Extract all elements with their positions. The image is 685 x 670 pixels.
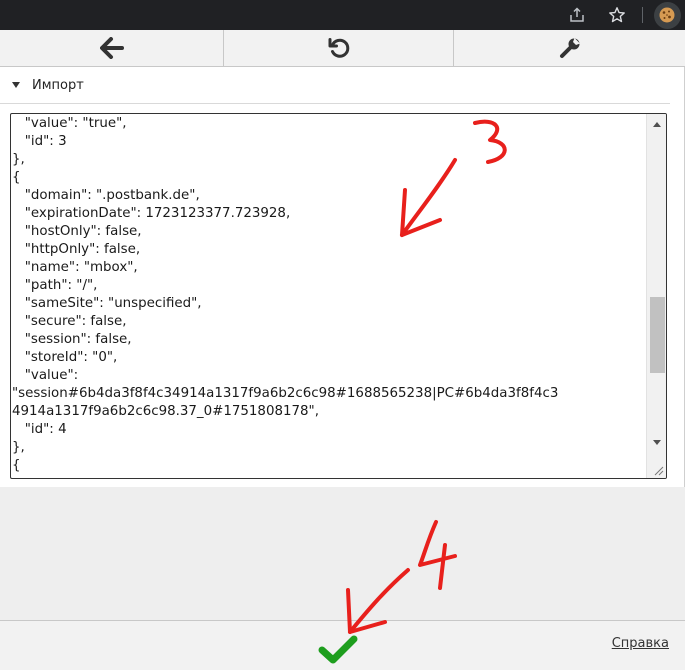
import-panel: Импорт "value": "true", "id": 3}, { "doma…	[0, 67, 685, 487]
json-line: },	[12, 152, 25, 167]
json-text[interactable]: "value": "true", "id": 3}, { "domain": ".…	[11, 115, 645, 475]
app-toolbar	[0, 30, 685, 67]
import-textarea[interactable]: "value": "true", "id": 3}, { "domain": ".…	[10, 113, 667, 479]
wrench-icon	[559, 38, 580, 58]
share-icon[interactable]	[563, 0, 591, 30]
annotation-digit-4	[418, 520, 457, 590]
caret-down-icon	[12, 82, 20, 88]
cookie-extension-icon[interactable]	[652, 0, 682, 30]
json-line: "id": 3	[12, 134, 67, 149]
section-title: Импорт	[32, 77, 84, 93]
json-line: "hostOnly": false,	[12, 224, 142, 239]
json-line: 4914a1317f9a6b2c6c98.37_0#1751808178",	[12, 404, 319, 419]
footer-bar: Справка	[0, 620, 685, 670]
back-button[interactable]	[0, 30, 224, 66]
json-line: "path": "/",	[12, 278, 98, 293]
arrow-left-icon	[99, 37, 124, 59]
json-line: "name": "mbox",	[12, 260, 138, 275]
scroll-up-icon[interactable]	[647, 117, 666, 131]
confirm-button[interactable]	[315, 631, 361, 667]
json-line: "value":	[12, 368, 79, 383]
json-line: "session": false,	[12, 332, 132, 347]
resize-handle-icon[interactable]	[652, 464, 664, 476]
json-line: "httpOnly": false,	[12, 242, 141, 257]
reload-button[interactable]	[224, 30, 454, 66]
toolbar-divider	[642, 7, 643, 23]
json-line: {	[12, 458, 21, 473]
json-line: "secure": false,	[12, 314, 127, 329]
help-link[interactable]: Справка	[612, 636, 669, 651]
json-line: "id": 4	[12, 422, 67, 437]
scrollbar-thumb[interactable]	[650, 297, 665, 373]
checkmark-icon	[318, 635, 358, 664]
json-line: "sameSite": "unspecified",	[12, 296, 202, 311]
json-line: {	[12, 170, 21, 185]
tools-button[interactable]	[454, 30, 685, 66]
json-line: },	[12, 440, 25, 455]
scroll-down-icon[interactable]	[647, 436, 666, 450]
json-line: "domain": ".postbank.de",	[12, 188, 200, 203]
browser-toolbar	[0, 0, 685, 30]
bookmark-star-icon[interactable]	[603, 0, 631, 30]
json-line: "session#6b4da3f8f4c34914a1317f9a6b2c6c9…	[12, 386, 559, 401]
import-section-header[interactable]: Импорт	[0, 67, 670, 104]
json-line: "value": "true",	[12, 116, 127, 131]
json-line: "storeId": "0",	[12, 350, 118, 365]
json-line: "expirationDate": 1723123377.723928,	[12, 206, 291, 221]
reload-icon	[328, 38, 349, 58]
app-window: Импорт "value": "true", "id": 3}, { "doma…	[0, 0, 685, 670]
vertical-scrollbar[interactable]	[646, 114, 666, 478]
